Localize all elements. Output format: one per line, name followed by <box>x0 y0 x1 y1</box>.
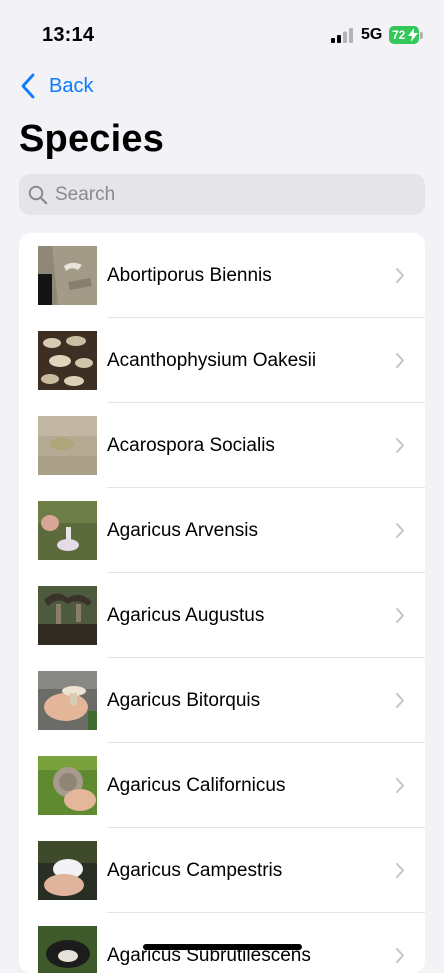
species-name: Agaricus Campestris <box>107 860 283 881</box>
species-thumbnail <box>38 416 97 475</box>
status-bar: 13:14 5G 72 <box>0 0 444 70</box>
chevron-right-icon <box>396 353 404 368</box>
chevron-right-icon <box>396 863 404 878</box>
species-row[interactable]: Acanthophysium Oakesii <box>19 318 425 403</box>
chevron-right-icon <box>396 948 404 963</box>
battery-icon: 72 <box>389 26 423 44</box>
species-thumbnail <box>38 926 97 973</box>
species-row[interactable]: Agaricus Campestris <box>19 828 425 913</box>
species-name: Agaricus Subrutilescens <box>107 945 311 966</box>
species-name: Agaricus Bitorquis <box>107 690 261 711</box>
cellular-signal-icon <box>331 28 353 43</box>
species-name: Abortiporus Biennis <box>107 265 272 286</box>
species-thumbnail <box>38 586 97 645</box>
page-title: Species <box>19 118 165 160</box>
back-button[interactable]: Back <box>16 68 93 104</box>
species-row[interactable]: Abortiporus Biennis <box>19 233 425 318</box>
status-time: 13:14 <box>42 24 95 46</box>
species-thumbnail <box>38 841 97 900</box>
home-indicator[interactable] <box>143 944 302 950</box>
chevron-left-icon <box>21 73 35 99</box>
species-name: Acarospora Socialis <box>107 435 275 456</box>
species-thumbnail <box>38 331 97 390</box>
back-label: Back <box>49 74 94 97</box>
chevron-right-icon <box>396 693 404 708</box>
charging-bolt-icon <box>408 28 418 42</box>
species-row[interactable]: Agaricus Arvensis <box>19 488 425 573</box>
species-row[interactable]: Agaricus Augustus <box>19 573 425 658</box>
search-bar[interactable] <box>19 174 425 215</box>
species-row[interactable]: Agaricus Bitorquis <box>19 658 425 743</box>
species-row[interactable]: Agaricus Subrutilescens <box>19 913 425 973</box>
battery-cap <box>420 32 423 39</box>
species-name: Agaricus Californicus <box>107 775 286 796</box>
chevron-right-icon <box>396 778 404 793</box>
battery-level: 72 <box>392 28 406 42</box>
species-list: Abortiporus Biennis Acanthophysium Oakes… <box>19 233 425 973</box>
species-thumbnail <box>38 246 97 305</box>
species-thumbnail <box>38 671 97 730</box>
species-name: Agaricus Arvensis <box>107 520 259 541</box>
chevron-right-icon <box>396 268 404 283</box>
magnifying-glass-icon <box>28 185 48 204</box>
species-row[interactable]: Agaricus Californicus <box>19 743 425 828</box>
species-thumbnail <box>38 501 97 560</box>
species-name: Agaricus Augustus <box>107 605 265 626</box>
chevron-right-icon <box>396 608 404 623</box>
species-name: Acanthophysium Oakesii <box>107 350 317 371</box>
chevron-right-icon <box>396 523 404 538</box>
network-label: 5G <box>361 26 383 43</box>
species-row[interactable]: Acarospora Socialis <box>19 403 425 488</box>
battery-body: 72 <box>389 26 419 44</box>
chevron-right-icon <box>396 438 404 453</box>
species-thumbnail <box>38 756 97 815</box>
search-input[interactable] <box>55 183 395 206</box>
